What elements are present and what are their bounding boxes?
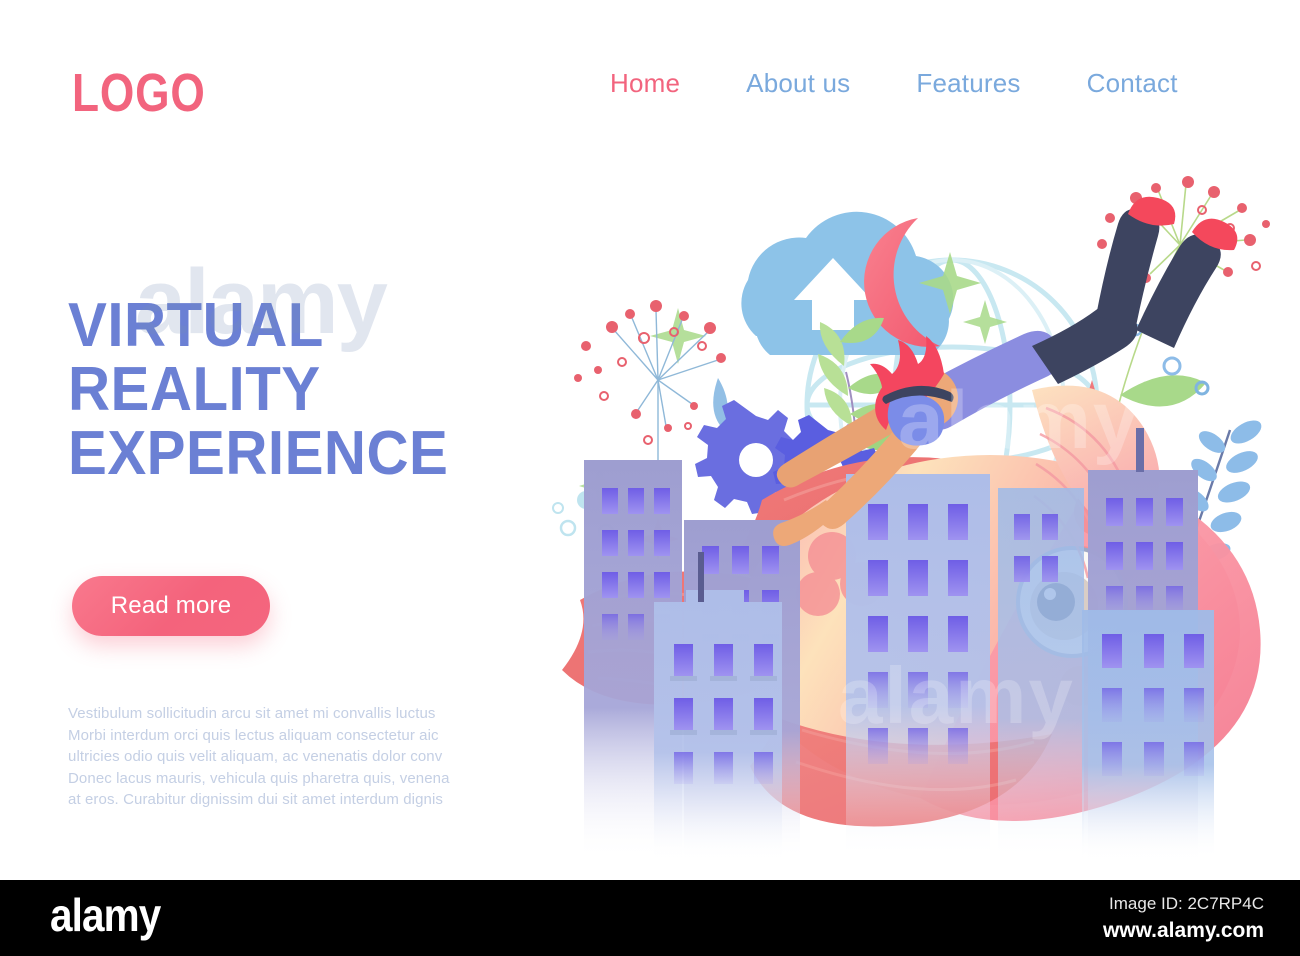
hero-illustration [540, 170, 1300, 870]
stock-photo-watermark-bar: alamy Image ID: 2C7RP4C www.alamy.com [0, 880, 1300, 956]
hero-description-line-2: Morbi interdum orci quis lectus aliquam … [68, 726, 439, 744]
nav-item-about-us[interactable]: About us [713, 68, 883, 99]
nav-item-contact[interactable]: Contact [1054, 68, 1211, 99]
page-title-line-1: VIRTUAL [68, 290, 324, 360]
image-id-label: Image ID: 2C7RP4C [1109, 894, 1264, 913]
hero-description-line-5: at eros. Curabitur dignissim dui sit ame… [68, 791, 444, 808]
nav-item-home[interactable]: Home [610, 68, 713, 99]
hero-description-line-3: ultricies odio quis velit aliquam, ac ve… [68, 748, 443, 765]
hero-description-line-1: Vestibulum sollicitudin arcu sit amet mi… [68, 705, 436, 722]
alamy-url: www.alamy.com [1102, 919, 1264, 942]
page-title-line-2: REALITY [68, 354, 321, 424]
read-more-button[interactable]: Read more [72, 576, 270, 636]
page-title-line-3: EXPERIENCE [68, 418, 449, 488]
nav-item-features[interactable]: Features [883, 68, 1053, 99]
alamy-logo: alamy [50, 889, 161, 941]
landing-page: LOGO Home About us Features Contact alam… [0, 0, 1300, 956]
berry-flower [574, 300, 728, 470]
logo[interactable]: LOGO [72, 66, 206, 120]
main-navigation: Home About us Features Contact [610, 68, 1211, 99]
page-title: VIRTUAL REALITY EXPERIENCE [68, 290, 449, 488]
hero-description: Vestibulum sollicitudin arcu sit amet mi… [68, 703, 450, 811]
hero-description-line-4: Donec lacus mauris, vehicula quis pharet… [68, 769, 450, 787]
